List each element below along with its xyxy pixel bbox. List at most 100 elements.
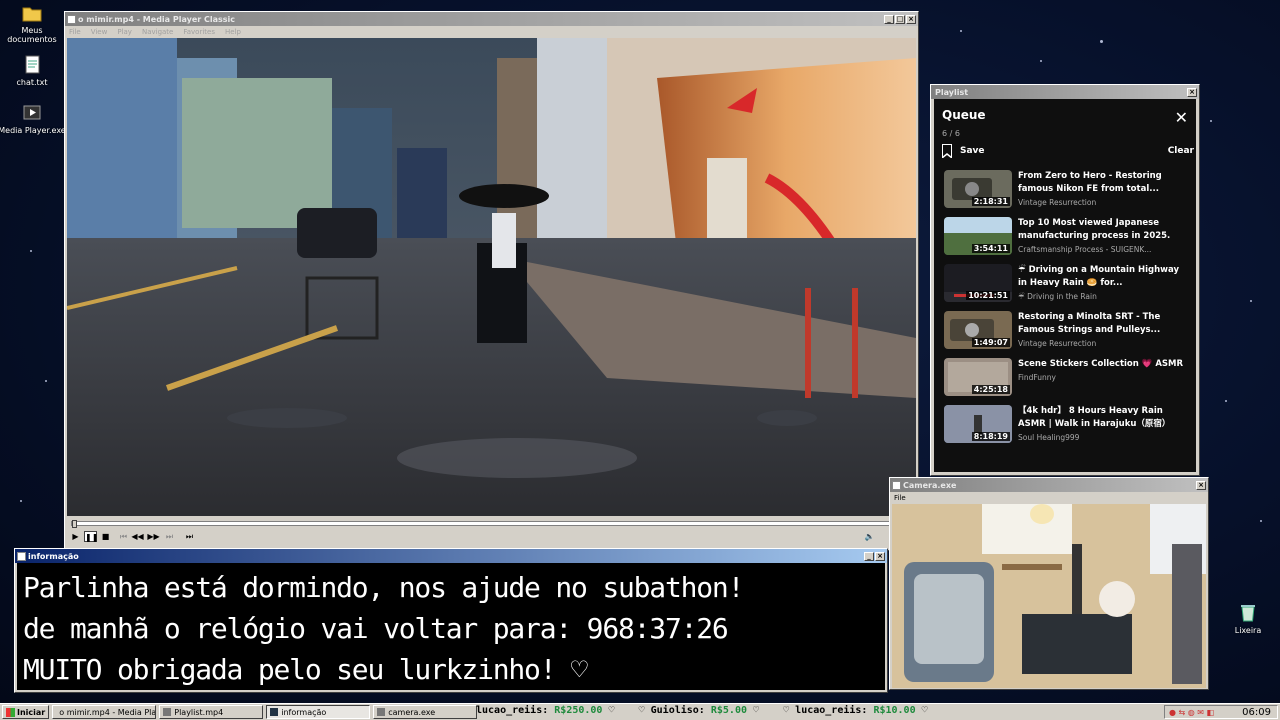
menu-play[interactable]: Play [117,28,132,36]
taskbar-media-player[interactable]: o mimir.mp4 - Media Playe... [52,705,157,719]
minimize-button[interactable]: _ [864,551,874,561]
queue-item[interactable]: 1:49:07 Restoring a Minolta SRT - The Fa… [944,311,1194,355]
menubar: File [890,492,1208,504]
seek-bar[interactable] [71,520,912,528]
desktop-icon-documents[interactable]: Meus documentos [0,2,67,44]
menu-file[interactable]: File [894,494,906,502]
seek-knob[interactable] [72,520,77,528]
channel-name: ☔ Driving in the Rain [1018,292,1097,301]
ticker-amount: R$10.00 [873,705,916,716]
desktop-icon-recycle-bin[interactable]: Lixeira [1213,602,1280,635]
video-title: From Zero to Hero - Restoring famous Nik… [1018,171,1162,194]
recycle-bin-icon [1237,602,1259,624]
close-button[interactable]: × [875,551,885,561]
close-button[interactable]: × [1187,87,1197,97]
heart-icon: ♡ [608,705,621,716]
play-button[interactable]: ▶ [69,531,82,542]
queue-panel: Queue ✕ 6 / 6 Save Clear 2:18:31 From Ze… [934,99,1196,472]
taskbar-informacao[interactable]: informação [266,705,371,719]
close-icon[interactable]: ✕ [1175,110,1188,126]
taskbar-playlist[interactable]: Playlist.mp4 [159,705,264,719]
duration-badge: 3:54:11 [971,244,1010,253]
taskbar-button-label: Playlist.mp4 [174,707,224,717]
room-scene [892,504,1206,688]
duration-badge: 8:18:19 [971,432,1010,441]
video-title: Restoring a Minolta SRT - The Famous Str… [1018,312,1161,335]
channel-name: FindFunny [1018,373,1056,382]
rainy-street-scene [67,38,916,516]
taskbar-camera[interactable]: camera.exe [373,705,478,719]
ticker-amount: R$5.00 [710,705,747,716]
menu-file[interactable]: File [69,28,81,36]
media-player-titlebar[interactable]: o mimir.mp4 - Media Player Classic _ □ × [65,12,918,26]
player-controls: ▶ ❚❚ ■ ⏮ ◀◀ ▶▶ ⏭ ⏭ 🔈 [67,518,916,548]
app-icon [67,14,76,24]
ticker-user: Guioliso: [650,705,705,716]
queue-item[interactable]: 3:54:11 Top 10 Most viewed Japanese manu… [944,217,1194,261]
clock: 06:09 [1242,706,1271,718]
playlist-titlebar[interactable]: Playlist × [931,85,1199,99]
volume-icon[interactable]: 🔈 [863,531,876,542]
next-button[interactable]: ⏭ [163,531,176,542]
desktop-icon-media-player[interactable]: Media Player.exe [0,102,67,135]
heart-icon: ♡ [783,705,796,716]
taskbar-button-label: o mimir.mp4 - Media Playe... [59,707,157,717]
heart-icon: ♡ [638,705,651,716]
menu-view[interactable]: View [91,28,108,36]
channel-name: Vintage Resurrection [1018,198,1097,207]
queue-count: 6 / 6 [942,129,960,138]
info-window: informação _ × Parlinha está dormindo, n… [14,548,888,693]
info-text-panel: Parlinha está dormindo, nos ajude no sub… [17,563,885,690]
channel-name: Vintage Resurrection [1018,339,1097,348]
window-title: Camera.exe [903,480,957,490]
app-icon [377,708,386,716]
frame-step-button[interactable]: ⏭ [183,531,196,542]
forward-button[interactable]: ▶▶ [147,531,160,542]
clear-button[interactable]: Clear [1168,146,1194,156]
minimize-button[interactable]: _ [884,14,894,24]
stop-button[interactable]: ■ [99,531,112,542]
video-frame[interactable] [67,38,916,516]
video-title: ☔ Driving on a Mountain Highway in Heavy… [1018,265,1179,288]
video-title: 【4k hdr】 8 Hours Heavy Rain ASMR | Walk … [1018,406,1171,429]
queue-title: Queue [942,108,986,122]
windows-logo-icon [6,707,15,717]
queue-item[interactable]: 4:25:18 Scene Stickers Collection 💗 ASMR… [944,358,1194,402]
app-icon [17,551,26,561]
save-button[interactable]: Save [960,146,1168,156]
donation-ticker: lucao_reiis: R$250.00 ♡ ♡ Guioliso: R$5.… [476,705,928,716]
app-icon [270,708,279,716]
menu-help[interactable]: Help [225,28,241,36]
video-thumbnail: 10:21:51 [944,264,1012,302]
rewind-button[interactable]: ◀◀ [131,531,144,542]
info-titlebar[interactable]: informação _ × [15,549,887,563]
folder-icon [21,2,43,24]
camera-titlebar[interactable]: Camera.exe × [890,478,1208,492]
video-thumbnail: 2:18:31 [944,170,1012,208]
maximize-button[interactable]: □ [895,14,905,24]
pause-button[interactable]: ❚❚ [84,531,98,542]
queue-item[interactable]: 2:18:31 From Zero to Hero - Restoring fa… [944,170,1194,214]
close-button[interactable]: × [1196,480,1206,490]
start-button[interactable]: Iniciar [2,705,50,719]
close-button[interactable]: × [906,14,916,24]
prev-button[interactable]: ⏮ [117,531,130,542]
taskbar-button-label: camera.exe [388,707,436,717]
ticker-amount: R$250.00 [554,705,603,716]
window-title: Playlist [935,87,969,97]
window-title: informação [28,551,79,561]
app-icon [892,480,901,490]
media-player-icon [21,102,43,124]
desktop-icon-chat[interactable]: chat.txt [0,54,67,87]
queue-item[interactable]: 8:18:19 【4k hdr】 8 Hours Heavy Rain ASMR… [944,405,1194,449]
heart-icon: ♡ [753,705,766,716]
queue-item[interactable]: 10:21:51 ☔ Driving on a Mountain Highway… [944,264,1194,308]
system-tray: ● ⇆ ◍ ✉ ◧ 06:09 [1164,705,1278,719]
app-icon [163,708,172,716]
bookmark-icon[interactable] [941,144,952,158]
tray-icons[interactable]: ● ⇆ ◍ ✉ ◧ [1165,708,1214,717]
video-title: Scene Stickers Collection 💗 ASMR [1018,359,1184,369]
menu-navigate[interactable]: Navigate [142,28,173,36]
desktop-icon-label: Meus documentos [7,26,57,44]
menu-favorites[interactable]: Favorites [183,28,215,36]
